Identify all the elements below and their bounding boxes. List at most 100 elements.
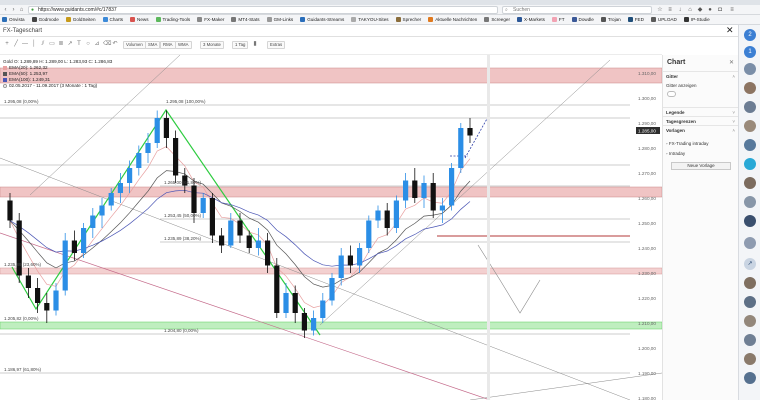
- avatar[interactable]: [744, 158, 756, 170]
- candle-down: [209, 198, 215, 236]
- bookmark-item[interactable]: TAKYOU-Sites: [351, 15, 389, 24]
- timerange-dropdown[interactable]: 3 Monate: [200, 41, 224, 49]
- home-icon[interactable]: ⌂: [686, 7, 694, 13]
- back-icon[interactable]: ‹: [2, 7, 9, 13]
- vertical-line-icon[interactable]: │: [31, 41, 37, 48]
- avatar[interactable]: [744, 237, 756, 249]
- download-icon[interactable]: ↓: [676, 7, 684, 13]
- fibonacci-icon[interactable]: ≣: [58, 41, 64, 48]
- grid-toggle-label: Gitter anzeigen: [666, 83, 697, 88]
- home-icon[interactable]: ⌂: [18, 7, 25, 13]
- ellipse-icon[interactable]: ○: [85, 41, 91, 48]
- bookmark-item[interactable]: Dowdle: [571, 15, 594, 24]
- new-template-button[interactable]: Neue Vorlage: [671, 162, 731, 170]
- bookmark-item[interactable]: News: [130, 15, 149, 24]
- rma-button[interactable]: RMA: [160, 41, 176, 49]
- candlestick-icon[interactable]: ▮: [252, 41, 258, 48]
- addon-icon[interactable]: ●: [706, 7, 714, 13]
- bookmark-item[interactable]: GM-Links: [266, 15, 293, 24]
- bookmark-item[interactable]: Charts: [102, 15, 123, 24]
- shield-icon[interactable]: ◘: [716, 7, 724, 13]
- bookmark-item[interactable]: FX-Maker: [197, 15, 224, 24]
- text-icon[interactable]: T: [76, 41, 82, 48]
- bookmark-item[interactable]: Aktuelle Nachrichten: [428, 15, 477, 24]
- browser-search-field[interactable]: ⌕ Suchen: [502, 6, 652, 14]
- notification-badge[interactable]: 2: [744, 29, 756, 41]
- undo-icon[interactable]: ↶: [112, 41, 118, 48]
- interval-dropdown[interactable]: 1 Tag: [232, 41, 249, 49]
- eraser-icon[interactable]: ⌫: [103, 41, 111, 48]
- url-field[interactable]: ● https://www.guidants.com/#c/17837: [28, 6, 498, 14]
- section-tagesgrenzen[interactable]: Tagesgrenzen ˅: [663, 116, 738, 125]
- avatar[interactable]: [744, 196, 756, 208]
- candle-down: [163, 118, 169, 138]
- star-icon[interactable]: ☆: [656, 7, 664, 13]
- candle-up: [338, 255, 344, 278]
- avatar[interactable]: [744, 277, 756, 289]
- menu-icon[interactable]: ≡: [728, 7, 736, 13]
- avatar[interactable]: [744, 82, 756, 94]
- avatar[interactable]: [744, 63, 756, 75]
- reading-list-icon[interactable]: ≡: [666, 7, 674, 13]
- avatar[interactable]: [744, 177, 756, 189]
- avatar[interactable]: [744, 215, 756, 227]
- arrow-icon[interactable]: ↗: [67, 41, 73, 48]
- bookmark-item[interactable]: IP-Studie: [683, 15, 710, 24]
- section-gitter[interactable]: Gitter ˄: [663, 71, 738, 80]
- close-icon[interactable]: ✕: [726, 26, 734, 35]
- bookmark-item[interactable]: Onvista: [2, 15, 25, 24]
- bookmark-favicon-icon: [428, 17, 434, 22]
- chart-icon[interactable]: ↗: [744, 258, 756, 270]
- fib-label: 1.204,80 (0,00%): [164, 328, 199, 333]
- bookmark-item[interactable]: Trojan: [600, 15, 621, 24]
- horizontal-line-icon[interactable]: ―: [22, 41, 28, 48]
- section-vorlagen[interactable]: Vorlagen ˄: [663, 125, 738, 134]
- template-item[interactable]: ◦ Intraday: [666, 151, 685, 156]
- volume-button[interactable]: Volumen: [123, 41, 146, 49]
- bookmark-item[interactable]: FED: [627, 15, 644, 24]
- sma-button[interactable]: SMA: [145, 41, 161, 49]
- avatar[interactable]: [744, 372, 756, 384]
- avatar[interactable]: [744, 101, 756, 113]
- bookmark-item[interactable]: X-Markets: [516, 15, 545, 24]
- legend-ema20-text: EMA(20): 1.262,32: [9, 65, 48, 70]
- candle-up: [117, 183, 123, 193]
- bookmark-item[interactable]: Guidants-Streams: [300, 15, 344, 24]
- forward-icon[interactable]: ›: [10, 7, 17, 13]
- avatar[interactable]: [744, 120, 756, 132]
- url-text: https://www.guidants.com/#c/17837: [38, 7, 117, 13]
- grid-toggle[interactable]: [667, 91, 676, 97]
- notification-badge[interactable]: 1: [744, 46, 756, 58]
- avatar[interactable]: [744, 334, 756, 346]
- candle-up: [403, 180, 409, 201]
- candle-up: [357, 248, 363, 266]
- template-item[interactable]: ◦ FX-Trading intraday: [666, 141, 708, 146]
- extension-icon[interactable]: ◆: [696, 7, 704, 13]
- bookmark-item[interactable]: FT: [551, 15, 565, 24]
- page-title: FX-Tageschart: [3, 28, 43, 34]
- bookmark-item[interactable]: UPLOAD: [650, 15, 677, 24]
- bookmark-item[interactable]: Godmode: [31, 15, 59, 24]
- price-chart[interactable]: 1.295,08 (100,00%) 1.295,08 (0,00%) 1.26…: [0, 55, 662, 400]
- avatar[interactable]: [744, 353, 756, 365]
- extras-dropdown[interactable]: Extras: [267, 41, 286, 49]
- rectangle-icon[interactable]: ▭: [49, 41, 55, 48]
- avatar[interactable]: [744, 315, 756, 327]
- measure-icon[interactable]: ⊿: [94, 41, 100, 48]
- wma-button[interactable]: WMA: [175, 41, 192, 49]
- trendline-icon[interactable]: ╱: [13, 41, 19, 48]
- bookmark-favicon-icon: [2, 17, 7, 22]
- avatar[interactable]: [744, 139, 756, 151]
- bookmark-item[interactable]: GoldSeiten: [65, 15, 96, 24]
- bookmark-item[interactable]: MT4-Stats: [231, 15, 260, 24]
- candle-up: [154, 118, 160, 143]
- avatar[interactable]: [744, 296, 756, 308]
- crosshair-icon[interactable]: +: [4, 41, 10, 48]
- section-legende[interactable]: Legende ˅: [663, 107, 738, 116]
- bookmark-item[interactable]: Screeger: [484, 15, 510, 24]
- bookmark-item[interactable]: Trading-Tools: [155, 15, 190, 24]
- bookmark-item[interactable]: Sprecher: [395, 15, 421, 24]
- close-icon[interactable]: ✕: [729, 59, 734, 66]
- chart-canvas[interactable]: 1.295,08 (100,00%) 1.295,08 (0,00%) 1.26…: [0, 55, 662, 400]
- channel-icon[interactable]: ⫽: [40, 41, 46, 48]
